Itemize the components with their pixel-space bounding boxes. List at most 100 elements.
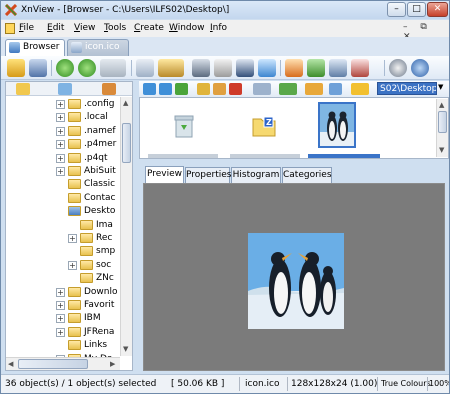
delete-icon[interactable] (229, 83, 242, 95)
expand-toggle-icon[interactable]: + (56, 327, 65, 337)
sort-icon[interactable] (279, 83, 297, 95)
minimize-button[interactable]: – (387, 2, 406, 17)
categories-tab-icon[interactable] (102, 83, 116, 95)
menu-edit[interactable]: Edit (47, 23, 64, 33)
tree-item[interactable]: + .config (6, 98, 120, 111)
tree-item[interactable]: + IBM (6, 312, 120, 325)
tree-item[interactable]: Links (6, 339, 120, 352)
expand-toggle-icon[interactable]: + (68, 234, 77, 243)
scan-icon[interactable] (236, 59, 254, 77)
tree-item[interactable]: Ima (6, 219, 120, 232)
fullscreen-icon[interactable] (29, 59, 47, 77)
path-dropdown-icon[interactable]: ▼ (438, 83, 443, 91)
folder-icon (68, 313, 81, 324)
scroll-left-arrow-icon[interactable]: ◀ (8, 359, 13, 369)
refresh-icon[interactable] (100, 59, 126, 77)
print-icon[interactable] (214, 59, 232, 77)
thumbnail-scrollbar[interactable]: ▲ ▼ (436, 99, 448, 157)
nav-back-icon[interactable] (143, 83, 156, 95)
rating-star-icon[interactable] (351, 83, 369, 95)
expand-toggle-icon[interactable]: + (68, 260, 77, 270)
tree-item[interactable]: + Favorit (6, 299, 120, 312)
info-icon[interactable] (411, 59, 429, 77)
capture-icon[interactable] (258, 59, 276, 77)
new-folder-icon[interactable] (197, 83, 210, 95)
menu-view[interactable]: View (74, 23, 95, 33)
tab-icon-ico[interactable]: icon.ico (67, 39, 129, 56)
menu-create[interactable]: Create (134, 23, 164, 33)
tab-preview[interactable]: Preview (145, 166, 184, 183)
tree-horizontal-scrollbar[interactable]: ◀ ▶ (6, 357, 120, 370)
folders-tab-icon[interactable] (16, 83, 30, 95)
nav-up-icon[interactable] (175, 83, 188, 95)
tab-histogram[interactable]: Histogram (231, 167, 281, 183)
tree-item[interactable]: + .p4qt (6, 152, 120, 165)
contact-sheet-icon[interactable] (351, 59, 369, 77)
tree-item[interactable]: + AbiSuit (6, 165, 120, 178)
nav-forward-icon[interactable] (159, 83, 172, 95)
tree-item[interactable]: + JFRena (6, 326, 120, 339)
scroll-right-arrow-icon[interactable]: ▶ (110, 359, 115, 369)
menu-tools[interactable]: Tools (104, 23, 126, 33)
tree-item[interactable]: + Downlo (6, 286, 120, 299)
expand-toggle-icon[interactable]: + (56, 126, 65, 136)
penguins-thumbnail-selected[interactable] (318, 102, 356, 148)
tree-item[interactable]: + Rec (6, 232, 120, 245)
back-icon[interactable] (56, 59, 74, 77)
slideshow-icon[interactable] (285, 59, 303, 77)
tree-item[interactable]: Classic (6, 178, 120, 191)
tree-item[interactable]: + .namef (6, 125, 120, 138)
expand-toggle-icon[interactable]: + (56, 100, 65, 109)
menu-info[interactable]: Info (210, 23, 227, 33)
tree-vertical-scrollbar[interactable]: ▲ ▼ (120, 97, 132, 356)
svg-text:Z: Z (266, 118, 272, 127)
settings-gear-icon[interactable] (389, 59, 407, 77)
zip-folder-thumbnail[interactable]: Z (252, 115, 276, 137)
recycle-bin-thumbnail[interactable] (173, 113, 195, 139)
forward-icon[interactable] (78, 59, 96, 77)
tree-item[interactable]: + .local (6, 111, 120, 124)
tab-categories[interactable]: Categories (282, 167, 332, 183)
tree-item[interactable]: Deskto (6, 205, 120, 218)
path-input[interactable]: S02\Desktop\ (377, 82, 437, 95)
scroll-up-arrow-icon[interactable]: ▲ (123, 98, 128, 108)
thumbnail-size-icon[interactable] (329, 83, 342, 95)
tree-item-label: .namef (84, 125, 116, 136)
expand-toggle-icon[interactable]: + (56, 153, 65, 163)
convert-icon[interactable] (307, 59, 325, 77)
menu-file[interactable]: File (19, 23, 34, 33)
tree-item[interactable]: smp (6, 245, 120, 258)
folder-tree-panel: + .config + .local + .namef + .p4mer + .p4qt + AbiS… (5, 81, 133, 371)
expand-toggle-icon[interactable]: + (56, 287, 65, 297)
find-icon[interactable] (192, 59, 210, 77)
thumb-scroll-up-icon[interactable]: ▲ (439, 100, 444, 110)
tree-item[interactable]: + soc (6, 259, 120, 272)
save-icon[interactable] (158, 59, 184, 77)
close-button[interactable]: ✕ (427, 2, 448, 17)
filter-icon[interactable] (305, 83, 323, 95)
expand-toggle-icon[interactable]: + (56, 140, 65, 150)
tab-properties[interactable]: Properties (185, 167, 231, 183)
thumb-scroll-down-icon[interactable]: ▼ (439, 145, 444, 155)
menu-window[interactable]: Window (169, 23, 205, 33)
browse-folder-icon[interactable] (7, 59, 25, 77)
expand-toggle-icon[interactable]: + (56, 301, 65, 310)
copy-to-icon[interactable] (213, 83, 226, 95)
tree-item[interactable]: + .p4mer (6, 138, 120, 151)
expand-toggle-icon[interactable]: + (56, 167, 65, 176)
tab-browser[interactable]: Browser (5, 39, 65, 56)
view-mode-icon[interactable] (253, 83, 271, 95)
webpage-icon[interactable] (329, 59, 347, 77)
thumbnail-scroll-thumb[interactable] (438, 111, 447, 133)
expand-toggle-icon[interactable]: + (56, 113, 65, 123)
open-icon[interactable] (136, 59, 154, 77)
tree-scroll-thumb[interactable] (122, 123, 131, 163)
status-filename: icon.ico (245, 379, 280, 389)
tree-hscroll-thumb[interactable] (18, 359, 88, 369)
favorites-tab-icon[interactable] (58, 83, 72, 95)
expand-toggle-icon[interactable]: + (56, 314, 65, 324)
tree-item[interactable]: Contac (6, 192, 120, 205)
maximize-button[interactable]: □ (407, 2, 426, 17)
tree-item[interactable]: ZNc (6, 272, 120, 285)
scroll-down-arrow-icon[interactable]: ▼ (123, 344, 128, 354)
